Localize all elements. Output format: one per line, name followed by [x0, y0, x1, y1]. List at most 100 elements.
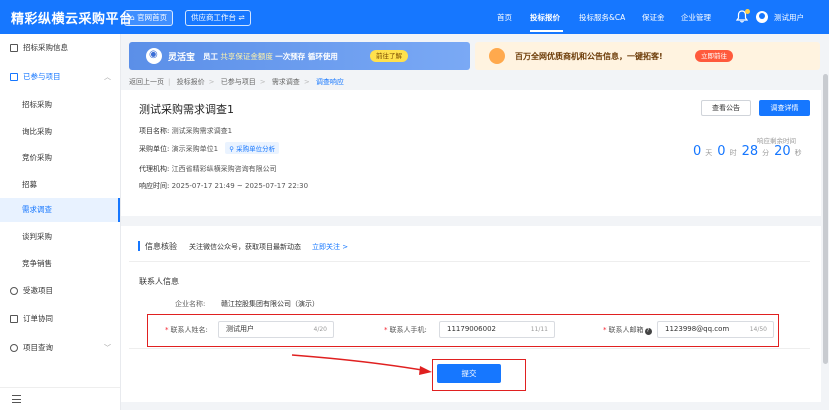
- user-avatar[interactable]: [756, 11, 768, 23]
- breadcrumb: 返回上一页 | 投标报价 > 已参与项目 > 需求调查 > 调查响应: [129, 78, 344, 86]
- sidebar-item-invited-projects[interactable]: 受邀项目: [0, 279, 120, 303]
- annotation-arrow-icon: [291, 354, 432, 375]
- sidebar-item-inquiry-procurement[interactable]: 询比采购: [0, 120, 120, 144]
- contact-phone-input[interactable]: 11179006002 11/11: [439, 321, 555, 338]
- home-button[interactable]: ⌂ 官网首页: [124, 10, 174, 26]
- nav-active-indicator: [530, 30, 563, 32]
- folder-icon: [10, 73, 18, 81]
- breadcrumb-back[interactable]: 返回上一页: [129, 78, 164, 86]
- breadcrumb-item[interactable]: 已参与项目: [221, 78, 256, 86]
- invite-icon: [10, 287, 18, 295]
- breadcrumb-item[interactable]: 需求调查: [272, 78, 300, 86]
- sidebar-item-label: 竞价采购: [22, 153, 52, 162]
- response-time-row: 响应时间: 2025-07-17 21:49 ~ 2025-07-17 22:3…: [139, 181, 308, 191]
- nav-bidding[interactable]: 投标报价: [530, 12, 560, 23]
- purchaser-analysis-tag[interactable]: ⚲ 采购单位分析: [225, 142, 280, 154]
- nav-deposit[interactable]: 保证金: [642, 12, 665, 23]
- home-button-label: 官网首页: [137, 13, 168, 22]
- contact-section-title: 联系人信息: [139, 277, 179, 286]
- nav-bidding-service-ca[interactable]: 投标服务&CA: [579, 12, 625, 23]
- sidebar-item-label: 询比采购: [22, 127, 52, 136]
- input-value: 11179006002: [447, 325, 496, 333]
- countdown-days: 0: [693, 144, 702, 159]
- countdown-unit: 时: [729, 149, 737, 157]
- sidebar-item-competitive-sales[interactable]: 竞争销售: [0, 252, 120, 276]
- countdown-hours: 0: [717, 144, 726, 159]
- chevron-down-icon: ﹀: [104, 344, 111, 352]
- view-notice-button[interactable]: 查看公告: [701, 100, 751, 116]
- agency-row: 代理机构: 江西省精彩纵横采购咨询有限公司: [139, 164, 277, 174]
- sidebar-item-label: 订单协同: [23, 314, 53, 323]
- order-icon: [10, 315, 18, 323]
- go-now-button[interactable]: 立即前往: [695, 50, 733, 62]
- contact-email-input[interactable]: 1123998@qq.com 14/50: [657, 321, 774, 338]
- flexible-deposit-banner[interactable]: 灵活宝 员工 共享保证金额度 一次预存 循环使用 前往了解: [129, 42, 470, 70]
- field-label: 项目名称:: [139, 127, 170, 135]
- project-name-row: 项目名称: 测试采购需求调查1: [139, 126, 232, 136]
- sidebar-item-tender-procurement[interactable]: 招标采购: [0, 93, 120, 117]
- purchaser-row: 采购单位: 演示采购单位1 ⚲ 采购单位分析: [139, 142, 280, 154]
- sidebar-item-label: 已参与项目: [23, 72, 61, 81]
- page-scrollbar[interactable]: [822, 34, 829, 410]
- label-text: 联系人手机:: [389, 326, 427, 334]
- top-navbar: 精彩纵横云采购平台 ⌂ 官网首页 供应商工作台 ⇌ 首页 投标报价 投标服务&C…: [0, 0, 829, 34]
- contact-phone-label: * 联系人手机:: [384, 326, 427, 334]
- section-marker: [138, 241, 140, 251]
- sidebar-item-bid-info[interactable]: 招标采购信息: [0, 36, 120, 60]
- sidebar-item-recruit[interactable]: 招募: [0, 173, 120, 197]
- contact-name-input[interactable]: 测试用户 4/20: [218, 321, 334, 338]
- app-title: 精彩纵横云采购平台: [11, 12, 133, 27]
- field-label: 采购单位:: [139, 145, 170, 153]
- business-opportunity-banner[interactable]: 百万全网优质商机和公告信息，一键拓客! 立即前往: [475, 42, 820, 70]
- countdown-timer: 0 天 0 时 28 分 20 秒: [693, 144, 807, 159]
- countdown-unit: 分: [762, 149, 770, 157]
- banner-text-highlight: 共享保证金额度: [220, 52, 273, 61]
- countdown-unit: 秒: [794, 149, 802, 157]
- username[interactable]: 测试用户: [774, 12, 804, 23]
- analysis-tag-label: 采购单位分析: [236, 145, 276, 153]
- banner-text: 百万全网优质商机和公告信息，一键拓客!: [515, 52, 663, 61]
- sidebar-item-demand-survey[interactable]: 需求调查: [0, 198, 120, 222]
- document-icon: [10, 44, 18, 52]
- survey-detail-button[interactable]: 调查详情: [759, 100, 810, 116]
- banner-text-prefix: 员工: [203, 52, 218, 61]
- opportunity-icon: [489, 48, 505, 64]
- nav-home[interactable]: 首页: [497, 12, 512, 23]
- divider: [129, 348, 810, 349]
- contact-name-label: * 联系人姓名:: [165, 326, 208, 334]
- info-verify-bar: 信息核验 关注微信公众号，获取项目最新动态 立即关注 >: [129, 234, 810, 258]
- sidebar-item-label: 招募: [22, 180, 37, 189]
- sidebar-item-order-collab[interactable]: 订单协同: [0, 307, 120, 331]
- nav-enterprise[interactable]: 企业管理: [681, 12, 711, 23]
- sidebar-item-label: 谈判采购: [22, 232, 52, 241]
- supplier-workbench-button[interactable]: 供应商工作台 ⇌: [185, 10, 251, 26]
- sidebar-item-label: 项目查询: [23, 343, 53, 352]
- query-icon: [10, 344, 18, 352]
- breadcrumb-item[interactable]: 投标报价: [177, 78, 205, 86]
- label-text: 联系人邮箱: [608, 326, 644, 334]
- submit-button[interactable]: 提交: [437, 364, 501, 383]
- char-count: 14/50: [749, 326, 767, 333]
- sidebar-item-label: 需求调查: [22, 205, 52, 214]
- scrollbar-thumb[interactable]: [823, 74, 828, 364]
- learn-more-button[interactable]: 前往了解: [370, 50, 408, 62]
- sidebar-item-label: 竞争销售: [22, 259, 52, 268]
- input-value: 测试用户: [226, 325, 254, 333]
- sidebar-item-negotiation[interactable]: 谈判采购: [0, 225, 120, 249]
- response-time-value: 2025-07-17 21:49 ~ 2025-07-17 22:30: [171, 182, 309, 190]
- sidebar: 招标采购信息 已参与项目 ︿ 招标采购 询比采购 竞价采购 招募 需求调查 谈判…: [0, 34, 121, 410]
- sidebar-item-project-query[interactable]: 项目查询 ﹀: [0, 336, 120, 360]
- contact-email-label: * 联系人邮箱?: [603, 325, 652, 335]
- sidebar-item-auction-procurement[interactable]: 竞价采购: [0, 146, 120, 170]
- follow-now-link[interactable]: 立即关注 >: [312, 242, 348, 252]
- countdown-minutes: 28: [741, 144, 759, 159]
- sidebar-item-label: 受邀项目: [23, 286, 53, 295]
- company-value: 赣江控股集团有限公司（演示）: [221, 300, 319, 308]
- sidebar-item-joined-projects[interactable]: 已参与项目 ︿: [0, 65, 120, 89]
- verify-text: 关注微信公众号，获取项目最新动态: [189, 243, 301, 251]
- input-value: 1123998@qq.com: [665, 325, 730, 333]
- banner-text-suffix: 一次预存 循环使用: [275, 52, 338, 61]
- help-icon[interactable]: ?: [644, 328, 652, 335]
- menu-collapse-icon[interactable]: [12, 395, 21, 403]
- project-card: 测试采购需求调查1 查看公告 调查详情 项目名称: 测试采购需求调查1 采购单位…: [121, 90, 821, 216]
